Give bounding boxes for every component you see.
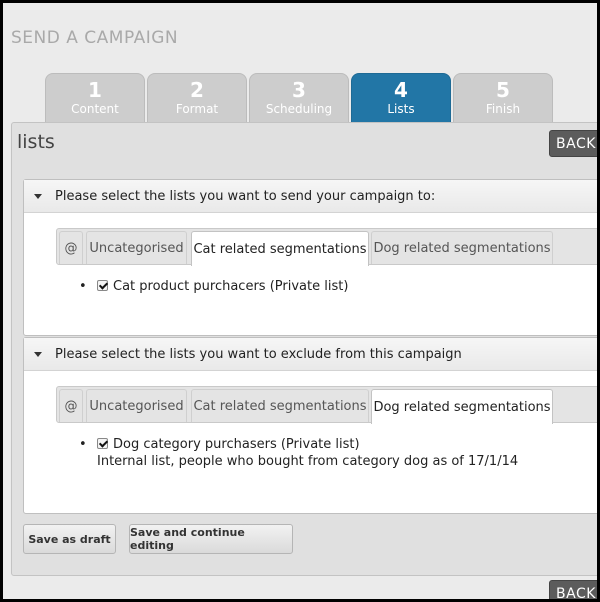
step-label: Scheduling xyxy=(265,102,333,116)
list-item: • Dog category purchasers (Private list)… xyxy=(79,437,518,469)
list-item: • Cat product purchacers (Private list) xyxy=(79,279,348,294)
step-content[interactable]: 1 Content xyxy=(45,73,145,122)
tab-at[interactable]: @ xyxy=(59,389,83,422)
back-button[interactable]: BACK xyxy=(549,130,600,157)
step-lists[interactable]: 4 Lists xyxy=(351,73,451,122)
tab-cat-segmentations[interactable]: Cat related segmentations xyxy=(191,389,369,422)
step-finish[interactable]: 5 Finish xyxy=(453,73,553,122)
tab-uncategorised[interactable]: Uncategorised xyxy=(86,231,187,264)
panel-title: lists xyxy=(17,131,55,153)
list-item-label: Cat product purchacers (Private list) xyxy=(113,279,349,294)
bullet-icon: • xyxy=(79,437,87,452)
step-number: 3 xyxy=(292,78,306,102)
collapse-caret-icon[interactable] xyxy=(34,351,42,357)
step-number: 1 xyxy=(88,78,102,102)
include-section-header[interactable]: Please select the lists you want to send… xyxy=(24,180,600,213)
step-label: Finish xyxy=(485,102,521,116)
tab-cat-segmentations[interactable]: Cat related segmentations xyxy=(191,231,369,266)
step-number: 5 xyxy=(496,78,510,102)
collapse-caret-icon[interactable] xyxy=(34,193,42,199)
exclude-list: • Dog category purchasers (Private list)… xyxy=(79,437,518,469)
tab-dog-segmentations[interactable]: Dog related segmentations xyxy=(371,389,553,424)
footer-back-button[interactable]: BACK xyxy=(549,580,600,602)
list-item-label: Dog category purchasers (Private list) xyxy=(113,437,360,452)
save-continue-button[interactable]: Save and continue editing xyxy=(129,524,293,554)
tab-dog-segmentations[interactable]: Dog related segmentations xyxy=(371,231,553,264)
exclude-section-title: Please select the lists you want to excl… xyxy=(55,346,462,362)
step-label: Format xyxy=(175,102,219,116)
step-number: 2 xyxy=(190,78,204,102)
step-format[interactable]: 2 Format xyxy=(147,73,247,122)
exclude-tab-bar: @ Uncategorised Cat related segmentation… xyxy=(56,386,600,424)
tab-uncategorised[interactable]: Uncategorised xyxy=(86,389,187,422)
include-list: • Cat product purchacers (Private list) xyxy=(79,279,348,294)
page-title: SEND A CAMPAIGN xyxy=(11,28,179,48)
step-number: 4 xyxy=(394,78,408,102)
include-lists-section: Please select the lists you want to send… xyxy=(23,179,600,336)
step-scheduling[interactable]: 3 Scheduling xyxy=(249,73,349,122)
step-label: Content xyxy=(71,102,119,116)
checkbox-checked-icon[interactable] xyxy=(97,438,108,449)
include-section-title: Please select the lists you want to send… xyxy=(55,188,436,204)
save-draft-button[interactable]: Save as draft xyxy=(23,524,116,554)
include-tab-bar: @ Uncategorised Cat related segmentation… xyxy=(56,228,600,266)
checkbox-checked-icon[interactable] xyxy=(97,280,108,291)
list-item-description: Internal list, people who bought from ca… xyxy=(97,454,519,469)
bullet-icon: • xyxy=(79,279,87,294)
step-label: Lists xyxy=(387,102,415,116)
tab-at[interactable]: @ xyxy=(59,231,83,264)
exclude-lists-section: Please select the lists you want to excl… xyxy=(23,337,600,514)
exclude-section-header[interactable]: Please select the lists you want to excl… xyxy=(24,338,600,371)
